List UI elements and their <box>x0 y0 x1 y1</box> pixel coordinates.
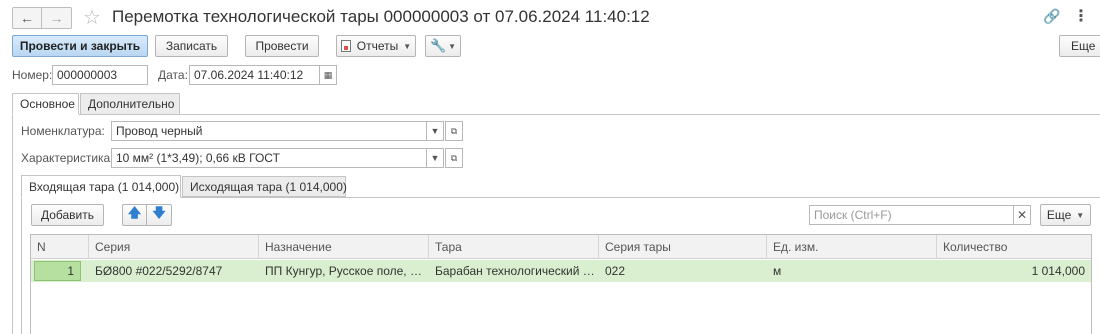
column-header-series[interactable]: Серия <box>89 235 259 259</box>
more-button[interactable]: Еще <box>1059 35 1100 57</box>
cell-n[interactable]: 1 <box>34 261 81 281</box>
post-button[interactable]: Провести <box>245 35 319 57</box>
column-header-purpose[interactable]: Назначение <box>259 235 429 259</box>
table-header: N Серия Назначение Тара Серия тары Ед. и… <box>31 235 1091 259</box>
column-header-container-series[interactable]: Серия тары <box>599 235 767 259</box>
add-button[interactable]: Добавить <box>31 204 104 226</box>
chevron-down-icon: ▼ <box>403 41 412 51</box>
cell-container-series[interactable]: 022 <box>599 260 767 282</box>
arrow-left-icon: ← <box>20 10 34 26</box>
cell-unit[interactable]: м <box>767 260 937 282</box>
cell-quantity[interactable]: 1 014,000 <box>937 260 1091 282</box>
tab-main[interactable]: Основное <box>12 93 79 115</box>
column-header-quantity[interactable]: Количество <box>937 235 1093 259</box>
tab-incoming-containers[interactable]: Входящая тара (1 014,000) <box>21 175 181 198</box>
more-menu-icon[interactable]: ⋮ <box>1073 6 1089 26</box>
tab-panel-border <box>12 115 13 334</box>
arrow-down-icon: 🡇 <box>152 205 166 220</box>
number-label: Номер: <box>12 68 53 82</box>
tab-additional[interactable]: Дополнительно <box>80 93 180 115</box>
open-item-icon[interactable]: ⧉ <box>445 121 463 141</box>
link-icon[interactable]: 🔗 <box>1043 8 1060 25</box>
reports-label: Отчеты <box>356 39 399 53</box>
characteristic-label: Характеристика: <box>21 151 114 165</box>
dropdown-arrow-icon[interactable]: ▼ <box>426 148 444 168</box>
subtab-panel-border <box>21 198 22 334</box>
back-button[interactable]: ← <box>12 7 42 29</box>
table-row[interactable]: 1 БØ800 #022/5292/8747 ПП Кунгур, Русско… <box>31 260 1091 282</box>
move-up-button[interactable]: 🡅 <box>122 204 147 226</box>
arrow-right-icon: → <box>49 10 64 26</box>
cell-purpose[interactable]: ПП Кунгур, Русское поле, … <box>259 260 429 282</box>
open-item-icon[interactable]: ⧉ <box>445 148 463 168</box>
clear-search-icon[interactable]: ✕ <box>1013 205 1031 225</box>
characteristic-field[interactable]: 10 мм² (1*3,49); 0,66 кВ ГОСТ <box>111 148 427 168</box>
post-and-close-button[interactable]: Провести и закрыть <box>12 35 148 57</box>
dropdown-arrow-icon[interactable]: ▼ <box>426 121 444 141</box>
date-label: Дата: <box>158 68 188 82</box>
subtabs-divider <box>21 197 1100 198</box>
report-icon <box>340 40 351 52</box>
tools-icon: 🔧 <box>429 38 447 53</box>
cell-series[interactable]: БØ800 #022/5292/8747 <box>89 260 259 282</box>
column-header-container[interactable]: Тара <box>429 235 599 259</box>
favorite-star-icon[interactable]: ☆ <box>83 5 101 30</box>
save-button[interactable]: Записать <box>155 35 228 57</box>
chevron-down-icon: ▼ <box>448 41 457 51</box>
column-header-n[interactable]: N <box>31 235 89 259</box>
table-more-label: Еще <box>1046 208 1072 222</box>
chevron-down-icon: ▼ <box>1076 210 1085 220</box>
page-title: Перемотка технологической тары 000000003… <box>112 7 650 26</box>
number-field[interactable]: 000000003 <box>52 65 148 85</box>
table-more-button[interactable]: Еще ▼ <box>1040 204 1091 226</box>
calendar-icon[interactable]: ▦ <box>319 65 337 85</box>
containers-table[interactable]: N Серия Назначение Тара Серия тары Ед. и… <box>30 234 1092 334</box>
tab-outgoing-containers[interactable]: Исходящая тара (1 014,000) <box>182 176 347 197</box>
column-header-unit[interactable]: Ед. изм. <box>767 235 937 259</box>
arrow-up-icon: 🡅 <box>127 205 142 220</box>
tools-button[interactable]: 🔧 ▼ <box>425 35 461 57</box>
forward-button[interactable]: → <box>42 7 72 29</box>
date-field[interactable]: 07.06.2024 11:40:12 <box>189 65 320 85</box>
move-down-button[interactable]: 🡇 <box>147 204 172 226</box>
nomenclature-label: Номенклатура: <box>21 124 105 138</box>
title-bar: ← → ☆ Перемотка технологической тары 000… <box>0 0 1100 34</box>
nomenclature-field[interactable]: Провод черный <box>111 121 427 141</box>
search-input[interactable]: Поиск (Ctrl+F) <box>809 205 1014 225</box>
reports-button[interactable]: Отчеты ▼ <box>336 35 416 57</box>
cell-container[interactable]: Барабан технологический … <box>429 260 599 282</box>
